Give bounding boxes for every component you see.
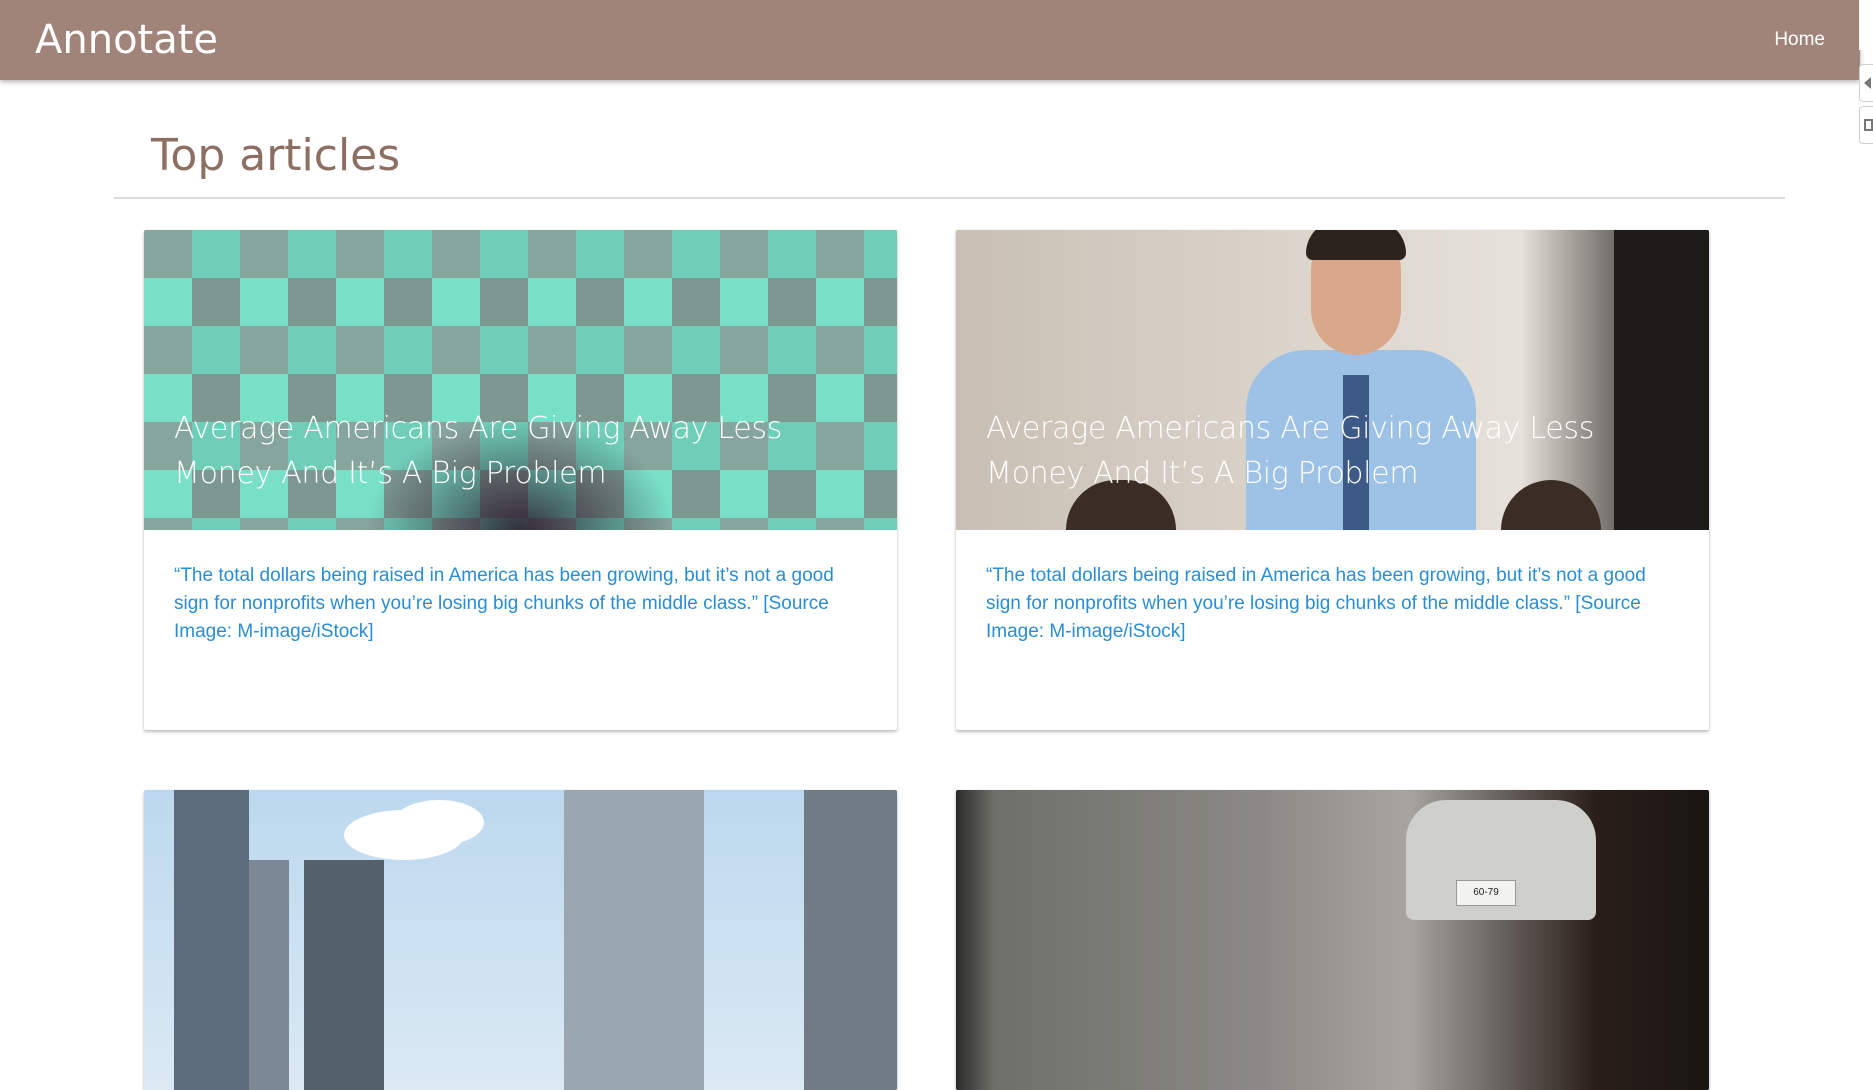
page-title: Top articles: [151, 130, 401, 181]
article-body: “The total dollars being raised in Ameri…: [956, 530, 1709, 730]
article-card[interactable]: Average Americans Are Giving Away Less M…: [956, 230, 1709, 730]
top-app-bar: Annotate Home: [0, 0, 1860, 80]
divider: [114, 197, 1785, 199]
chevron-left-icon: [1864, 77, 1871, 89]
article-card[interactable]: [144, 790, 897, 1090]
man-hair: [1306, 230, 1406, 260]
article-image[interactable]: Average Americans Are Giving Away Less M…: [956, 230, 1709, 530]
building: [249, 860, 289, 1090]
document-icon: [1864, 119, 1873, 131]
article-title[interactable]: Average Americans Are Giving Away Less M…: [986, 406, 1669, 496]
article-card[interactable]: Average Americans Are Giving Away Less M…: [144, 230, 897, 730]
cloud: [394, 800, 484, 845]
sidebar-toggle-tab[interactable]: [1859, 64, 1873, 102]
article-image[interactable]: [144, 790, 897, 1090]
article-summary-link[interactable]: “The total dollars being raised in Ameri…: [986, 562, 1679, 646]
sidebar-edge: [1859, 0, 1873, 50]
nav-home-link[interactable]: Home: [1774, 29, 1825, 51]
sidebar-notes-tab[interactable]: [1859, 106, 1873, 144]
building: [564, 790, 704, 1090]
article-body: “The total dollars being raised in Ameri…: [144, 530, 897, 730]
article-title[interactable]: Average Americans Are Giving Away Less M…: [174, 406, 857, 496]
article-summary-link[interactable]: “The total dollars being raised in Ameri…: [174, 562, 867, 646]
article-image[interactable]: Average Americans Are Giving Away Less M…: [144, 230, 897, 530]
building: [804, 790, 897, 1090]
article-card[interactable]: 60-79: [956, 790, 1709, 1090]
building: [304, 860, 384, 1090]
brand-logo[interactable]: Annotate: [35, 17, 218, 63]
building: [174, 790, 249, 1090]
article-image[interactable]: 60-79: [956, 790, 1709, 1090]
license-plate: 60-79: [1456, 880, 1516, 906]
